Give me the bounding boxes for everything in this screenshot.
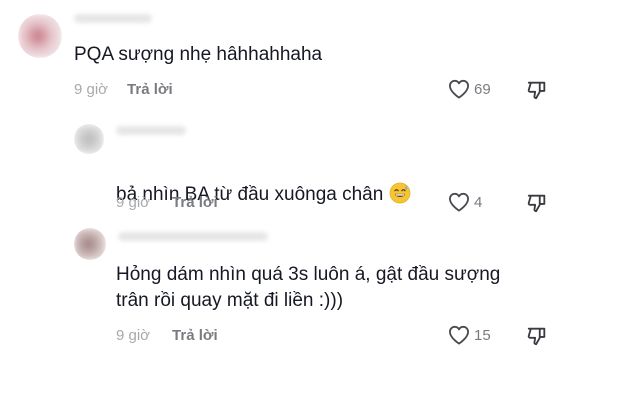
comment-meta: 9 giờ Trả lời [116,326,218,346]
username[interactable] [116,126,186,135]
heart-outline-icon [448,192,469,212]
reply-button[interactable]: Trả lời [172,326,218,346]
reply-button[interactable]: Trả lời [127,80,173,100]
avatar[interactable] [74,124,104,154]
comment-meta: 9 giờ Trả lời [74,80,173,100]
avatar[interactable] [18,14,62,58]
like-count: 69 [474,80,491,98]
thumbs-down-icon[interactable] [526,79,548,101]
like-count: 15 [474,326,491,344]
like-button[interactable]: 4 [448,192,482,212]
thumbs-down-icon[interactable] [526,325,548,347]
comment-text: Hỏng dám nhìn quá 3s luôn á, gật đầu sượ… [116,264,501,311]
heart-outline-icon [448,325,469,345]
like-button[interactable]: 69 [448,79,491,99]
heart-outline-icon [448,79,469,99]
grinning-sweat-emoji [389,182,411,204]
comment-time: 9 giờ [116,327,151,344]
avatar[interactable] [74,228,106,260]
reply-button[interactable]: Trả lời [172,193,218,213]
like-count: 4 [474,193,483,211]
like-button[interactable]: 15 [448,325,491,345]
comment-time: 9 giờ [74,81,109,98]
comment-meta: 9 giờ Trả lời [116,193,218,213]
thumbs-down-icon[interactable] [526,192,548,214]
username[interactable] [118,232,268,241]
username[interactable] [74,14,152,23]
comment-text: PQA sượng nhẹ hâhhahhaha [74,44,323,65]
comment-time: 9 giờ [116,194,151,211]
